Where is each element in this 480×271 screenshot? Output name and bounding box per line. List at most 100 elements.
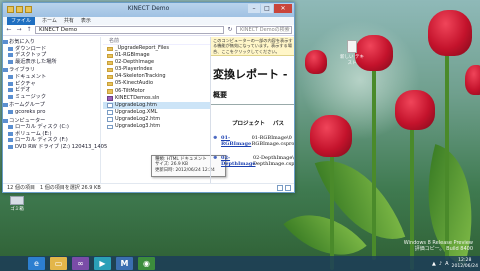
language-indicator[interactable]: A xyxy=(445,261,448,267)
nav-item[interactable]: gcoreks pro xyxy=(3,109,100,116)
file-row[interactable]: 02-DepthImage xyxy=(103,59,210,66)
folder-icon xyxy=(8,53,13,58)
folder-icon xyxy=(8,88,13,93)
up-arrow-icon[interactable]: ↑ xyxy=(25,26,33,34)
file-name: 02-DepthImage xyxy=(115,59,155,66)
nav-item-label: ボリューム (E:) xyxy=(15,130,52,137)
back-arrow-icon[interactable]: ← xyxy=(5,26,13,34)
folder-icon xyxy=(107,60,113,66)
file-row[interactable]: 06-TiltMotor xyxy=(103,88,210,95)
watermark-line2: 評価コピー。 Build 8400 xyxy=(414,246,473,252)
clock[interactable]: 12:28 2012/06/24 xyxy=(452,258,478,269)
report-heading: 変換レポート - xyxy=(213,68,288,82)
nav-item[interactable]: ローカル ディスク (F:) xyxy=(3,137,100,144)
refresh-icon[interactable]: ↻ xyxy=(226,26,234,34)
column-path: パス xyxy=(273,121,285,128)
minimize-button[interactable]: – xyxy=(248,4,260,13)
maximize-button[interactable]: □ xyxy=(261,4,273,13)
nav-item[interactable]: デスクトップ xyxy=(3,52,100,59)
clock-date: 2012/06/24 xyxy=(451,263,478,269)
solution-file-icon xyxy=(107,96,113,101)
document-icon xyxy=(107,110,113,115)
desktop-recycle-bin[interactable]: ゴミ箱 xyxy=(2,196,32,216)
network-icon[interactable]: ▲ xyxy=(432,261,436,267)
tulip-stem xyxy=(445,40,449,260)
project-link[interactable]: 01-RGBImage xyxy=(211,135,252,147)
nav-item-label: ホームグループ xyxy=(9,102,45,109)
details-view-icon[interactable] xyxy=(277,185,283,191)
media-player-icon[interactable]: ▶ xyxy=(94,257,111,270)
nav-item[interactable]: ミュージック xyxy=(3,94,100,101)
forward-arrow-icon[interactable]: → xyxy=(15,26,23,34)
address-row: ← → ↑ KINECT Demo ↻ KINECT Demoの検索 xyxy=(3,25,294,36)
nav-item[interactable]: お気に入り xyxy=(3,39,100,46)
file-name: UpgradeLog3.htm xyxy=(115,123,161,130)
column-header-name[interactable]: 名前 xyxy=(103,37,210,45)
group-icon xyxy=(3,103,8,108)
tab-file[interactable]: ファイル xyxy=(7,17,36,25)
folder-icon xyxy=(107,89,113,94)
file-row[interactable]: 01-RGBImage xyxy=(103,52,210,59)
desktop-icon-label: ゴミ箱 xyxy=(10,207,24,212)
document-icon xyxy=(107,124,113,130)
tab-share[interactable]: 共有 xyxy=(64,17,74,25)
system-tray: ▲ ♪ A 12:28 2012/06/24 xyxy=(432,257,478,270)
file-row[interactable]: 03-PlayerIndex xyxy=(103,66,210,73)
tab-home[interactable]: ホーム xyxy=(42,17,57,25)
file-name: 04-SkeletonTracking xyxy=(115,73,166,80)
tulip-flower xyxy=(428,10,472,56)
kinect-app-icon[interactable]: M xyxy=(116,257,133,270)
desktop-text-file-label: 新しい テキスト xyxy=(340,55,364,66)
nav-item-label: 最近表示した場所 xyxy=(15,58,57,65)
file-explorer-icon[interactable]: ▭ xyxy=(50,257,67,270)
visual-studio-icon[interactable]: ∞ xyxy=(72,257,89,270)
file-row[interactable]: 04-SkeletonTracking xyxy=(103,73,210,80)
nav-item-label: ピクチャ xyxy=(15,80,36,87)
file-explorer-window: KINECT Demo – □ ✕ ファイル ホーム 共有 表示 ← → ↑ K… xyxy=(2,2,295,193)
report-table-header: プロジェクト パス xyxy=(211,119,294,128)
address-bar[interactable]: KINECT Demo xyxy=(35,26,224,34)
window-titlebar[interactable]: KINECT Demo – □ ✕ xyxy=(3,3,294,17)
file-row[interactable]: UpgradeLog.htm xyxy=(103,101,210,109)
desktop-text-file-icon[interactable]: 新しい テキスト xyxy=(340,40,364,66)
document-icon xyxy=(107,117,113,122)
status-bar: 12 個の項目 1 個の項目を選択 26.9 KB xyxy=(3,183,294,192)
file-row[interactable]: UpgradeLog.XML xyxy=(103,109,210,116)
nav-item[interactable]: ライブラリ xyxy=(3,67,100,74)
column-project: プロジェクト xyxy=(231,121,265,128)
search-input[interactable]: KINECT Demoの検索 xyxy=(236,26,292,34)
file-name: UpgradeLog2.htm xyxy=(115,115,161,122)
tab-view[interactable]: 表示 xyxy=(81,17,91,25)
tulip-flower xyxy=(305,50,327,74)
status-text: 12 個の項目 1 個の項目を選択 26.9 KB xyxy=(7,185,101,191)
project-link[interactable]: 02-DepthImage xyxy=(211,155,256,167)
file-name: KINECTDemos.sln xyxy=(115,94,160,101)
internet-explorer-icon[interactable]: e xyxy=(28,257,45,270)
file-row[interactable]: UpgradeLog2.htm xyxy=(103,116,210,123)
close-button[interactable]: ✕ xyxy=(274,4,292,13)
recycle-bin-icon xyxy=(10,196,24,205)
nav-item[interactable]: ビデオ xyxy=(3,87,100,94)
nav-item[interactable]: 最近表示した場所 xyxy=(3,59,100,66)
nav-item-label: ビデオ xyxy=(15,87,31,94)
file-row[interactable]: UpgradeLog3.htm xyxy=(103,123,210,130)
volume-icon[interactable]: ♪ xyxy=(439,261,442,267)
file-name: 05-KinectAudio xyxy=(115,80,154,87)
text-document-icon xyxy=(347,40,357,53)
security-notice-bar[interactable]: このコンピューターの一部の内容を表示する機能が無効になっています。表示する場合、… xyxy=(211,37,294,57)
nav-item[interactable]: ドキュメント xyxy=(3,74,100,81)
tulip-flower xyxy=(395,90,435,130)
file-row[interactable]: KINECTDemos.sln xyxy=(103,95,210,102)
report-row: 01-RGBImage 01-RGBImage\0 RGBImage.cspro… xyxy=(211,135,294,147)
chrome-icon[interactable]: ◉ xyxy=(138,257,155,270)
nav-item-label: ドキュメント xyxy=(15,73,47,80)
file-row[interactable]: _UpgradeReport_Files xyxy=(103,45,210,52)
large-icons-view-icon[interactable] xyxy=(285,185,291,191)
report-row: 02-DepthImage 02-DepthImage\ DepthImage.… xyxy=(211,155,294,167)
tulip-flower xyxy=(310,115,352,157)
nav-item[interactable]: ローカル ディスク (C:) xyxy=(3,124,100,131)
nav-item[interactable]: ホームグループ xyxy=(3,102,100,109)
window-controls: – □ ✕ xyxy=(248,4,292,13)
file-row[interactable]: 05-KinectAudio xyxy=(103,80,210,87)
nav-item[interactable]: DVD RW ドライブ (Z:) 120413_1405 xyxy=(3,144,107,151)
